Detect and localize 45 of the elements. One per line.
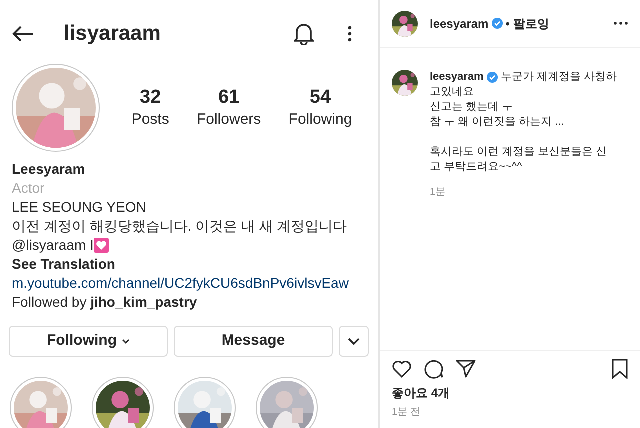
stat-label: Followers [196, 110, 262, 130]
story-highlight[interactable] [174, 376, 236, 428]
comment-text: 신고는 했는데 ㅜ [430, 100, 514, 115]
stat-count: 61 [218, 86, 240, 110]
bio-line: LEE SEOUNG YEON [12, 198, 148, 216]
bio-line: 이전 계정이 해킹당했습니다. 이것은 내 새 계정입니다 [12, 216, 348, 236]
follow-status[interactable]: • 팔로잉 [506, 14, 550, 32]
comment-username[interactable]: leesyaram [430, 70, 484, 85]
post-username[interactable]: leesyaram [430, 14, 489, 32]
back-arrow-icon[interactable] [12, 26, 34, 42]
heart-icon[interactable] [392, 360, 412, 378]
chevron-icon [348, 338, 360, 344]
website-link[interactable]: m.youtube.com/channel/UC2fykCU6sdBnPv6ivlsvEaw [12, 274, 366, 292]
category-label: Actor [12, 178, 46, 198]
bookmark-icon[interactable] [612, 359, 628, 379]
followed-by-text: Followed by jiho_kim_pastry [12, 292, 198, 312]
see-translation-link[interactable]: See Translation [12, 254, 366, 274]
story-highlight[interactable] [92, 376, 154, 428]
display-name: Leesyaram [12, 160, 86, 178]
comment-text: 고있네요 [430, 85, 475, 100]
mention-text: @lisyaraam I [12, 236, 94, 254]
chevron-icon [122, 338, 130, 344]
stat-label: Posts [132, 110, 170, 130]
stat-count: 32 [140, 86, 162, 110]
stat-count: 54 [310, 86, 332, 110]
comment-text: 고 부탁드려요~~^^ [430, 160, 524, 175]
profile-username: lisyaraam [64, 21, 161, 47]
heart-icon [94, 238, 109, 252]
more-options-icon[interactable] [348, 26, 352, 42]
comment-time: 1분 [430, 186, 447, 200]
bell-icon[interactable] [294, 22, 314, 45]
send-icon[interactable] [456, 360, 476, 378]
stat-label: Following [288, 110, 352, 130]
comment-text: 참 ㅜ 왜 이런짓을 하는지 ... [430, 115, 566, 130]
verified-badge-icon [492, 18, 503, 29]
verified-badge-icon [486, 72, 498, 83]
comment-icon[interactable] [424, 359, 444, 379]
comment-text: 누군가 제계정을 사칭하 [500, 70, 617, 85]
like-count: 좋아요 4개 [392, 385, 452, 402]
message-button[interactable]: Message [174, 326, 333, 356]
more-options-icon[interactable] [614, 22, 628, 25]
suggestions-button[interactable] [339, 326, 369, 356]
following-button[interactable]: Following [9, 326, 168, 356]
post-time: 1분 전 [392, 406, 422, 420]
comment-text: 혹시라도 이런 계정을 보신분들은 신 [430, 145, 608, 160]
